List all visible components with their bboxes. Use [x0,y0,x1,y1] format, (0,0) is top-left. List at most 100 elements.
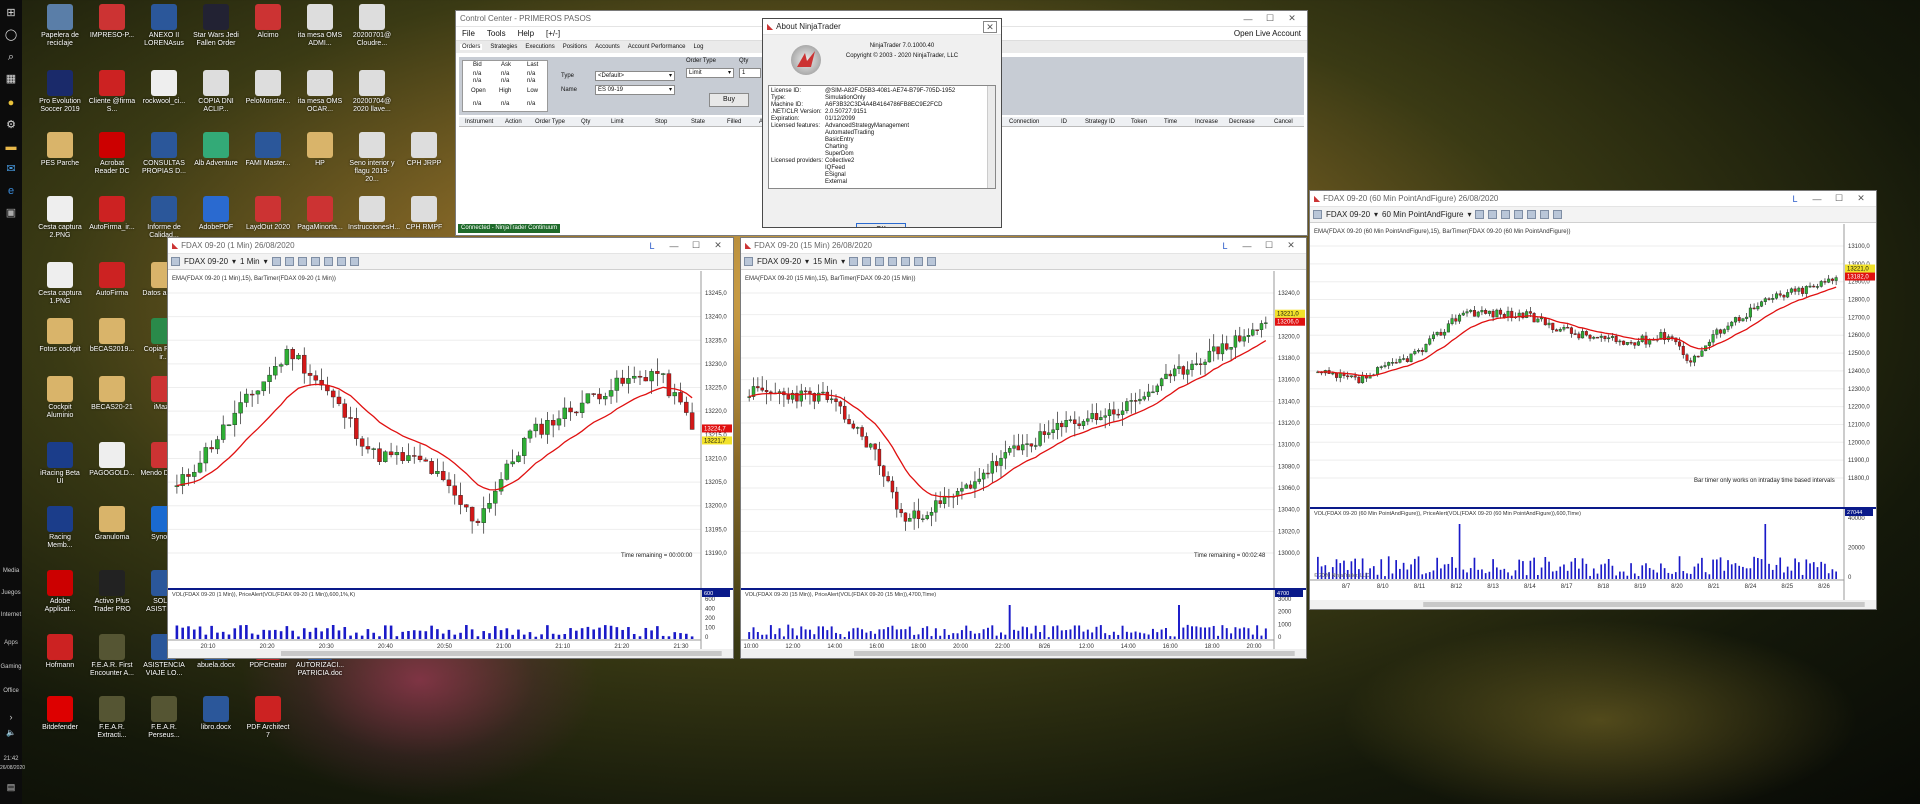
zoom-icon[interactable] [1501,210,1511,219]
col-cancel[interactable]: Cancel [1274,119,1293,125]
draw-tool-icon[interactable] [862,257,872,266]
menu-help[interactable]: Help [518,29,534,38]
clock-time[interactable]: 21:42 [0,756,22,762]
col-filled[interactable]: Filled [727,119,741,125]
desktop-icon[interactable]: BECAS20-21 [88,376,136,412]
folder-icon[interactable]: ▬ [4,140,18,154]
chart-window-1min[interactable]: ◣ FDAX 09-20 (1 Min) 26/08/2020 L — ☐ ✕ … [167,237,734,659]
chart-window-60min-pf[interactable]: ◣ FDAX 09-20 (60 Min PointAndFigure) 26/… [1309,190,1877,610]
chart3-instrument[interactable]: FDAX 09-20 [1326,210,1370,219]
desktop-icon[interactable]: iRacing Beta UI [36,442,84,486]
open-live-account-link[interactable]: Open Live Account [1234,29,1301,38]
chart-menu-icon[interactable] [1313,210,1322,219]
col-strategy-id[interactable]: Strategy ID [1085,119,1115,125]
crosshair-icon[interactable] [888,257,898,266]
desktop-icon[interactable]: Cockpit Aluminio [36,376,84,420]
chevron-down-icon[interactable]: ▾ [1374,210,1378,219]
chart3-titlebar[interactable]: ◣ FDAX 09-20 (60 Min PointAndFigure) 26/… [1310,191,1876,207]
desktop-icon[interactable]: 20200704@ 2020 llave... [348,70,396,114]
desktop-icon[interactable]: Cesta captura 1.PNG [36,262,84,306]
tab-strategies[interactable]: Strategies [490,44,517,50]
col-state[interactable]: State [691,119,705,125]
chart2-instrument[interactable]: FDAX 09-20 [757,257,801,266]
chart2-titlebar[interactable]: ◣ FDAX 09-20 (15 Min) 26/08/2020 L — ☐ ✕ [741,238,1306,254]
chevron-down-icon[interactable]: ▾ [805,257,809,266]
desktop-icon[interactable]: PeloMonster... [244,70,292,106]
chevron-down-icon[interactable]: ▾ [232,257,236,266]
desktop-icon[interactable]: PDF Architect 7 [244,696,292,740]
desktop-icon[interactable]: Fotos cockpit [36,318,84,354]
properties-icon[interactable] [927,257,937,266]
chevron-down-icon[interactable]: ▾ [1467,210,1471,219]
desktop-icon[interactable]: Granuloma [88,506,136,542]
desktop-icon[interactable]: InstruccionesH... [348,196,400,232]
indicators-icon[interactable] [901,257,911,266]
chevron-down-icon[interactable]: ▾ [841,257,845,266]
user-icon[interactable]: ◯ [4,28,18,42]
mail-icon[interactable]: ✉ [4,162,18,176]
chart-menu-icon[interactable] [171,257,180,266]
desktop-icon[interactable]: CPH RMPF [400,196,448,232]
indicators-icon[interactable] [1527,210,1537,219]
zoom-icon[interactable] [297,257,307,266]
bar-type-icon[interactable] [1475,210,1485,219]
draw-tool-icon[interactable] [284,257,294,266]
windows-logo-icon[interactable]: ⊞ [4,6,18,20]
col-limit[interactable]: Limit [611,119,624,125]
desktop-icon[interactable]: rockwool_ci... [140,70,188,106]
desktop-icon[interactable]: Activo Plus Trader PRO [88,570,136,614]
scrollbar[interactable] [987,86,995,188]
desktop-icon[interactable]: ita mesa OMS OCAR... [296,70,344,114]
about-titlebar[interactable]: ◣ About NinjaTrader ✕ [763,19,1001,35]
tab-account-performance[interactable]: Account Performance [628,44,686,50]
maximize-icon[interactable]: ☐ [1259,13,1281,24]
close-icon[interactable]: ✕ [1280,240,1302,251]
desktop-icon[interactable]: CONSULTAS PROPIAS D... [140,132,188,176]
menu-expand[interactable]: [+/-] [546,29,560,38]
desktop-icon[interactable]: FAMI Master... [244,132,292,168]
maximize-icon[interactable]: ☐ [1828,193,1850,204]
desktop-icon[interactable]: LaydOut 2020 [244,196,292,232]
close-icon[interactable]: ✕ [983,20,997,33]
chart1-instrument[interactable]: FDAX 09-20 [184,257,228,266]
desktop-icon[interactable]: PES Parche [36,132,84,168]
desktop-icon[interactable]: ita mesa OMS ADMI... [296,4,344,48]
chevron-down-icon[interactable]: ▾ [264,257,268,266]
tab-log[interactable]: Log [693,44,703,50]
minimize-icon[interactable]: — [663,241,685,251]
chart1-titlebar[interactable]: ◣ FDAX 09-20 (1 Min) 26/08/2020 L — ☐ ✕ [168,238,733,254]
taskbar-group-office[interactable]: Office [0,688,22,694]
desktop-icon[interactable]: Cesta captura 2.PNG [36,196,84,240]
qty-input[interactable]: 1 [739,68,761,78]
col-id[interactable]: ID [1061,119,1067,125]
settings-icon[interactable]: ⚙ [4,118,18,132]
desktop-icon[interactable]: AdobePDF [192,196,240,232]
store-icon[interactable]: ▣ [4,206,18,220]
tab-positions[interactable]: Positions [563,44,587,50]
taskbar-group-apps[interactable]: Apps [0,640,22,646]
edge-icon[interactable]: e [4,184,18,198]
strategies-icon[interactable] [914,257,924,266]
desktop-icon[interactable]: AutoFirma_ir... [88,196,136,232]
link-icon[interactable]: L [1784,194,1806,204]
properties-icon[interactable] [349,257,359,266]
chart3-interval[interactable]: 60 Min PointAndFigure [1382,210,1463,219]
notifications-icon[interactable]: ▤ [0,782,22,793]
desktop-icon[interactable]: Pro Evolution Soccer 2019 [36,70,84,114]
desktop-icon[interactable]: Alb Adventure [192,132,240,168]
minimize-icon[interactable]: — [1237,14,1259,24]
bar-type-icon[interactable] [849,257,859,266]
close-icon[interactable]: ✕ [1850,193,1872,204]
desktop-icon[interactable]: COPIA DNI ACLIP... [192,70,240,114]
desktop-icon[interactable]: 20200701@ Cloudre... [348,4,396,48]
col-connection[interactable]: Connection [1009,119,1039,125]
desktop-icon[interactable]: Seno interior y flagu 2019-20... [348,132,396,184]
instrument-select[interactable]: ES 09-19 ▾ [595,85,675,95]
col-qty[interactable]: Qty [581,119,590,125]
chevron-right-icon[interactable]: › [0,712,22,722]
desktop-icon[interactable]: CPH JRPP [400,132,448,168]
buy-button[interactable]: Buy [709,93,749,107]
close-icon[interactable]: ✕ [1281,13,1303,24]
crosshair-icon[interactable] [1514,210,1524,219]
properties-icon[interactable] [1553,210,1563,219]
